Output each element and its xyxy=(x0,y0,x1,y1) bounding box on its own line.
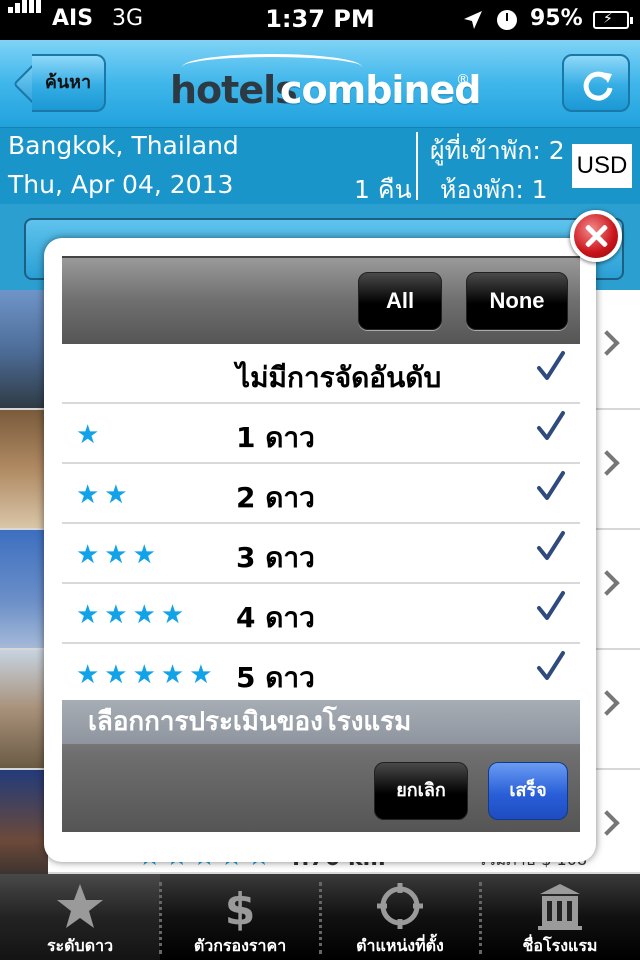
checkmark-icon xyxy=(537,591,565,620)
checkmark-icon xyxy=(537,351,565,380)
chevron-right-icon xyxy=(594,810,620,836)
star-icons: ★ xyxy=(76,420,105,450)
dollar-icon: $ xyxy=(225,884,256,932)
chevron-right-icon xyxy=(594,690,620,716)
hotel-thumbnail xyxy=(0,290,48,408)
tab-location[interactable]: ตำแหน่งที่ตั้ง xyxy=(320,874,480,960)
option-3-star[interactable]: ★★★ 3 ดาว xyxy=(62,524,580,584)
option-label: ไม่มีการจัดอันดับ xyxy=(236,361,442,394)
star-icons: ★★★★★ xyxy=(76,660,218,690)
star-rating-options: ไม่มีการจัดอันดับ ★ 1 ดาว ★★ 2 ดาว ★★★ 3… xyxy=(62,344,580,690)
option-label: 5 ดาว xyxy=(236,661,315,690)
done-button[interactable]: เสร็จ xyxy=(488,762,568,820)
close-popup-button[interactable] xyxy=(570,210,622,262)
location-arrow-icon xyxy=(462,9,484,35)
filter-title: เลือกการประเมินของโรงแรม xyxy=(62,700,580,744)
currency-button[interactable]: USD xyxy=(572,144,632,188)
hotel-thumbnail xyxy=(0,650,48,768)
destination-text: Bangkok, Thailand xyxy=(8,131,239,160)
back-button-label: ค้นหา xyxy=(32,54,106,112)
checkmark-icon xyxy=(537,411,565,440)
option-4-star[interactable]: ★★★★ 4 ดาว xyxy=(62,584,580,644)
chevron-right-icon xyxy=(594,570,620,596)
building-icon xyxy=(538,884,582,930)
search-back-button[interactable]: ค้นหา xyxy=(10,54,106,112)
refresh-icon xyxy=(583,71,613,101)
guests-text: ผู้ที่เข้าพัก: 2 xyxy=(430,136,565,165)
checkmark-icon xyxy=(537,531,565,560)
option-1-star[interactable]: ★ 1 ดาว xyxy=(62,404,580,464)
summary-divider xyxy=(416,132,418,200)
select-none-button[interactable]: None xyxy=(466,272,568,330)
tab-star-rating[interactable]: ระดับดาว xyxy=(0,874,160,960)
star-icon xyxy=(57,884,103,928)
star-icons: ★★★ xyxy=(76,540,161,570)
star-icons: ★★★★ xyxy=(76,600,190,630)
select-all-button[interactable]: All xyxy=(358,272,442,330)
option-label: 1 ดาว xyxy=(236,421,315,454)
option-5-star[interactable]: ★★★★★ 5 ดาว xyxy=(62,644,580,690)
chevron-right-icon xyxy=(594,330,620,356)
battery-icon: ⚡ xyxy=(593,11,633,29)
hotel-thumbnail xyxy=(0,410,48,528)
battery-percent: 95% xyxy=(530,6,583,31)
option-label: 3 ดาว xyxy=(236,541,315,574)
checkmark-icon xyxy=(537,471,565,500)
cancel-button[interactable]: ยกเลิก xyxy=(374,762,468,820)
option-label: 2 ดาว xyxy=(236,481,315,514)
location-icon xyxy=(377,883,423,929)
star-icons: ★★ xyxy=(76,480,133,510)
checkin-date-text: Thu, Apr 04, 2013 xyxy=(8,170,234,199)
tab-hotel-name[interactable]: ชื่อโรงแรม xyxy=(480,874,640,960)
option-label: 4 ดาว xyxy=(236,601,315,634)
checkmark-icon xyxy=(537,651,565,680)
search-summary-bar: Bangkok, Thailand Thu, Apr 04, 2013 1 คื… xyxy=(0,128,640,204)
tab-price-filter[interactable]: $ ตัวกรองราคา xyxy=(160,874,320,960)
bottom-tab-bar: ระดับดาว $ ตัวกรองราคา ตำแหน่งที่ตั้ง ชื… xyxy=(0,874,640,960)
alarm-clock-icon xyxy=(497,10,517,30)
chevron-right-icon xyxy=(594,450,620,476)
status-bar: AIS 3G 1:37 PM 95% ⚡ xyxy=(0,0,640,40)
hotel-thumbnail xyxy=(0,530,48,648)
hotelscombined-logo: hotels combined ® xyxy=(168,54,481,114)
app-header: ค้นหา hotels combined ® xyxy=(0,40,640,128)
option-2-star[interactable]: ★★ 2 ดาว xyxy=(62,464,580,524)
refresh-button[interactable] xyxy=(562,54,630,112)
svg-text:$: $ xyxy=(225,884,256,932)
hotel-thumbnail xyxy=(0,770,48,888)
option-unrated[interactable]: ไม่มีการจัดอันดับ xyxy=(62,344,580,404)
